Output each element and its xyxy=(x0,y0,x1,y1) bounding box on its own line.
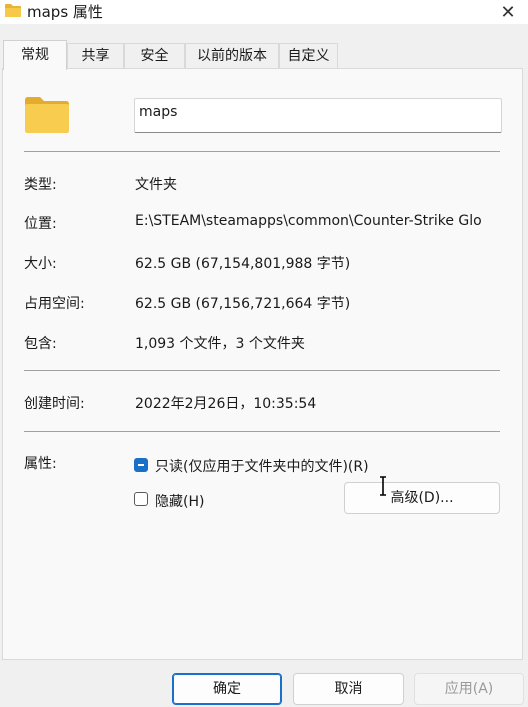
title-bar: maps 属性 ✕ xyxy=(0,0,528,24)
size-label: 大小: xyxy=(24,256,57,272)
readonly-label[interactable]: 只读(仅应用于文件夹中的文件)(R) xyxy=(155,456,369,476)
folder-icon xyxy=(5,4,21,17)
size-on-disk-label: 占用空间: xyxy=(24,296,85,312)
folder-name-input[interactable] xyxy=(134,98,502,133)
close-icon: ✕ xyxy=(500,1,516,23)
tab-previous-versions[interactable]: 以前的版本 xyxy=(185,43,279,69)
folder-icon xyxy=(25,97,69,133)
divider xyxy=(24,431,500,432)
general-panel xyxy=(2,68,523,660)
tab-sharing[interactable]: 共享 xyxy=(67,43,124,69)
tab-security[interactable]: 安全 xyxy=(124,43,185,69)
window-title: maps 属性 xyxy=(27,3,103,21)
contains-label: 包含: xyxy=(24,336,57,352)
apply-button[interactable]: 应用(A) xyxy=(414,673,524,705)
contains-value: 1,093 个文件，3 个文件夹 xyxy=(135,336,305,352)
divider xyxy=(24,151,500,152)
text-cursor-icon xyxy=(380,476,386,496)
hidden-label[interactable]: 隐藏(H) xyxy=(155,491,204,511)
location-label: 位置: xyxy=(24,216,57,232)
attributes-label: 属性: xyxy=(24,456,57,472)
advanced-button[interactable]: 高级(D)... xyxy=(344,482,500,514)
tab-customize[interactable]: 自定义 xyxy=(279,43,338,69)
size-value: 62.5 GB (67,154,801,988 字节) xyxy=(135,256,351,272)
type-label: 类型: xyxy=(24,177,57,193)
tab-strip: 常规 共享 安全 以前的版本 自定义 xyxy=(0,40,528,70)
created-label: 创建时间: xyxy=(24,396,85,412)
ok-button[interactable]: 确定 xyxy=(172,673,282,705)
divider xyxy=(24,370,500,371)
readonly-checkbox[interactable] xyxy=(134,458,148,472)
type-value: 文件夹 xyxy=(135,177,177,193)
hidden-checkbox[interactable] xyxy=(134,492,148,506)
tab-general[interactable]: 常规 xyxy=(3,40,67,70)
location-value: E:\STEAM\steamapps\common\Counter-Strike… xyxy=(135,213,482,229)
size-on-disk-value: 62.5 GB (67,156,721,664 字节) xyxy=(135,296,351,312)
cancel-button[interactable]: 取消 xyxy=(293,673,404,705)
created-value: 2022年2月26日，10:35:54 xyxy=(135,396,317,412)
close-button[interactable]: ✕ xyxy=(488,0,528,24)
